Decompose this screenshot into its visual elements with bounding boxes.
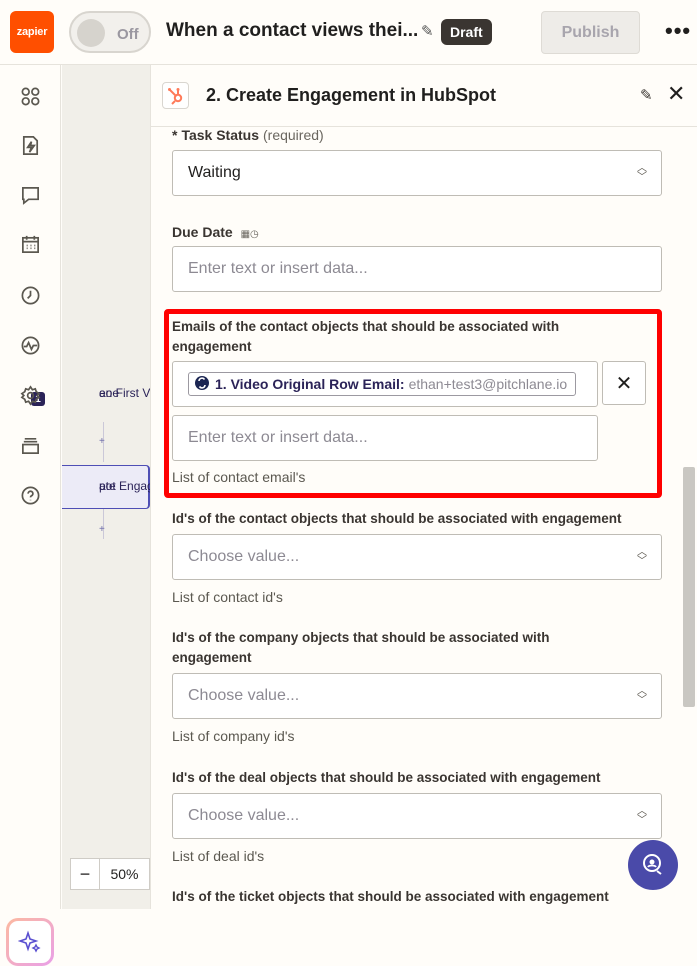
chat-support-icon (643, 854, 662, 875)
zap-file-icon[interactable] (19, 134, 41, 156)
calendar-icon[interactable] (19, 233, 41, 255)
remove-item-button[interactable]: ✕ (602, 361, 646, 405)
toggle-knob (77, 19, 105, 47)
hubspot-icon (162, 82, 189, 109)
toggle-label: Off (117, 26, 139, 43)
history-icon[interactable] (19, 284, 41, 306)
contact-ids-help-text: List of contact id's (172, 589, 283, 605)
deal-ids-label: Id's of the deal objects that should be … (172, 770, 601, 785)
due-date-placeholder: Enter text or insert data... (188, 260, 368, 277)
zapier-logo[interactable]: zapier (10, 11, 54, 53)
mapped-data-chip[interactable]: 1. Video Original Row Email: ethan+test3… (188, 372, 577, 396)
zoom-level[interactable]: 50% (100, 858, 150, 890)
step-editor-panel: 2. Create Engagement in HubSpot ✎ ✕ * Tas… (150, 65, 697, 909)
sparkle-icon (9, 921, 51, 963)
contact-ids-select[interactable]: Choose value... ︿ ﹀ (172, 534, 662, 580)
company-ids-select[interactable]: Choose value... ︿ ﹀ (172, 673, 662, 719)
emails-input[interactable]: 1. Video Original Row Email: ethan+test3… (172, 361, 598, 407)
layers-icon[interactable] (19, 434, 41, 456)
workflow-canvas[interactable]: eo First Viewed iane + ate Engagemenpot … (62, 65, 150, 909)
support-chat-button[interactable] (628, 840, 678, 890)
add-step-plus-icon[interactable]: + (99, 436, 105, 447)
close-panel-icon[interactable]: ✕ (667, 81, 685, 107)
zoom-controls: − 50% (70, 858, 150, 890)
task-status-label: * Task Status (required) (172, 127, 324, 143)
zap-title[interactable]: When a contact views thei... (166, 20, 418, 42)
company-ids-label: Id's of the company objects that should … (172, 630, 550, 665)
panel-title: 2. Create Engagement in HubSpot (206, 85, 497, 105)
deal-ids-select[interactable]: Choose value... ︿ ﹀ (172, 793, 662, 839)
settings-icon[interactable] (19, 384, 41, 406)
zap-on-off-toggle[interactable]: Off (69, 11, 151, 53)
select-chevron-icon: ︿ ﹀ (637, 806, 647, 826)
draft-status-badge: Draft (441, 19, 492, 45)
panel-header: 2. Create Engagement in HubSpot ✎ ✕ (151, 65, 697, 127)
step-app-icon (194, 375, 210, 394)
emails-label: Emails of the contact objects that shoul… (172, 319, 560, 354)
edit-step-pencil-icon[interactable]: ✎ (640, 86, 653, 104)
comment-icon[interactable] (19, 184, 41, 206)
contact-ids-label: Id's of the contact objects that should … (172, 511, 622, 526)
apps-icon[interactable] (19, 85, 41, 107)
add-step-plus-icon[interactable]: + (99, 524, 105, 535)
select-chevron-icon: ︿ ﹀ (637, 163, 647, 183)
deal-ids-placeholder: Choose value... (188, 807, 300, 824)
company-ids-help-text: List of company id's (172, 728, 295, 744)
select-chevron-icon: ︿ ﹀ (637, 547, 647, 567)
emails-help-text: List of contact email's (172, 469, 306, 485)
contact-ids-placeholder: Choose value... (188, 548, 300, 565)
panel-scrollbar[interactable] (683, 467, 695, 707)
due-date-input[interactable]: Enter text or insert data... (172, 246, 662, 292)
more-dots-icon[interactable]: ••• (665, 18, 691, 44)
select-chevron-icon: ︿ ﹀ (637, 686, 647, 706)
zoom-out-button[interactable]: − (70, 858, 100, 890)
publish-button[interactable]: Publish (541, 11, 640, 54)
help-icon[interactable] (19, 484, 41, 506)
due-date-label: Due Date ▦◷ (172, 224, 259, 240)
edit-title-pencil-icon[interactable]: ✎ (421, 22, 434, 40)
company-ids-placeholder: Choose value... (188, 687, 300, 704)
emails-placeholder: Enter text or insert data... (188, 429, 368, 446)
top-bar: zapier Off When a contact views thei... … (0, 0, 697, 65)
activity-icon[interactable] (19, 334, 41, 356)
deal-ids-help-text: List of deal id's (172, 848, 265, 864)
task-status-value: Waiting (188, 164, 241, 181)
left-sidebar: 1 (0, 65, 61, 966)
ticket-ids-label: Id's of the ticket objects that should b… (172, 889, 609, 904)
ai-copilot-button[interactable] (6, 918, 54, 966)
datetime-icon: ▦◷ (240, 229, 259, 240)
emails-additional-input[interactable]: Enter text or insert data... (172, 415, 598, 461)
trigger-step-node[interactable]: eo First Viewed iane (62, 382, 150, 420)
task-status-select[interactable]: Waiting ︿ ﹀ (172, 150, 662, 196)
action-step-node[interactable]: ate Engagemenpot (62, 465, 150, 509)
